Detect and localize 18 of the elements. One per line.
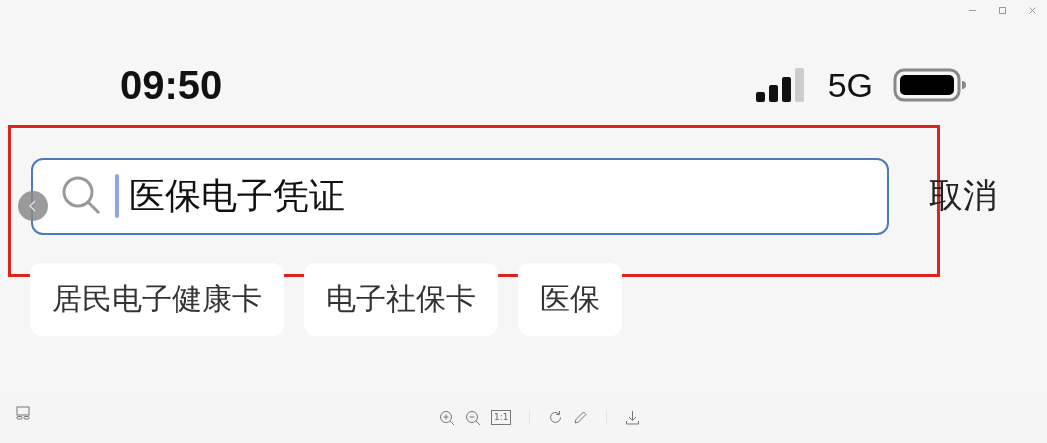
search-icon xyxy=(61,175,103,217)
zoom-out-icon[interactable] xyxy=(465,409,481,426)
pencil-icon[interactable] xyxy=(573,410,589,425)
thumbnails-icon[interactable] xyxy=(16,406,30,420)
suggestion-chip[interactable]: 医保 xyxy=(518,263,622,336)
network-label: 5G xyxy=(827,65,873,105)
search-value: 医保电子凭证 xyxy=(129,173,345,218)
maximize-icon[interactable] xyxy=(998,6,1007,15)
status-time: 09:50 xyxy=(120,62,223,108)
battery-icon xyxy=(893,68,967,102)
rotate-icon[interactable] xyxy=(548,410,564,425)
text-cursor xyxy=(115,174,119,218)
suggestion-chip[interactable]: 居民电子健康卡 xyxy=(30,263,284,336)
suggestion-chip[interactable]: 电子社保卡 xyxy=(304,263,498,336)
zoom-in-icon[interactable] xyxy=(439,409,455,426)
download-icon[interactable] xyxy=(625,410,641,425)
actual-size-button[interactable]: 1:1 xyxy=(491,410,512,425)
search-field[interactable]: 医保电子凭证 xyxy=(31,157,889,235)
